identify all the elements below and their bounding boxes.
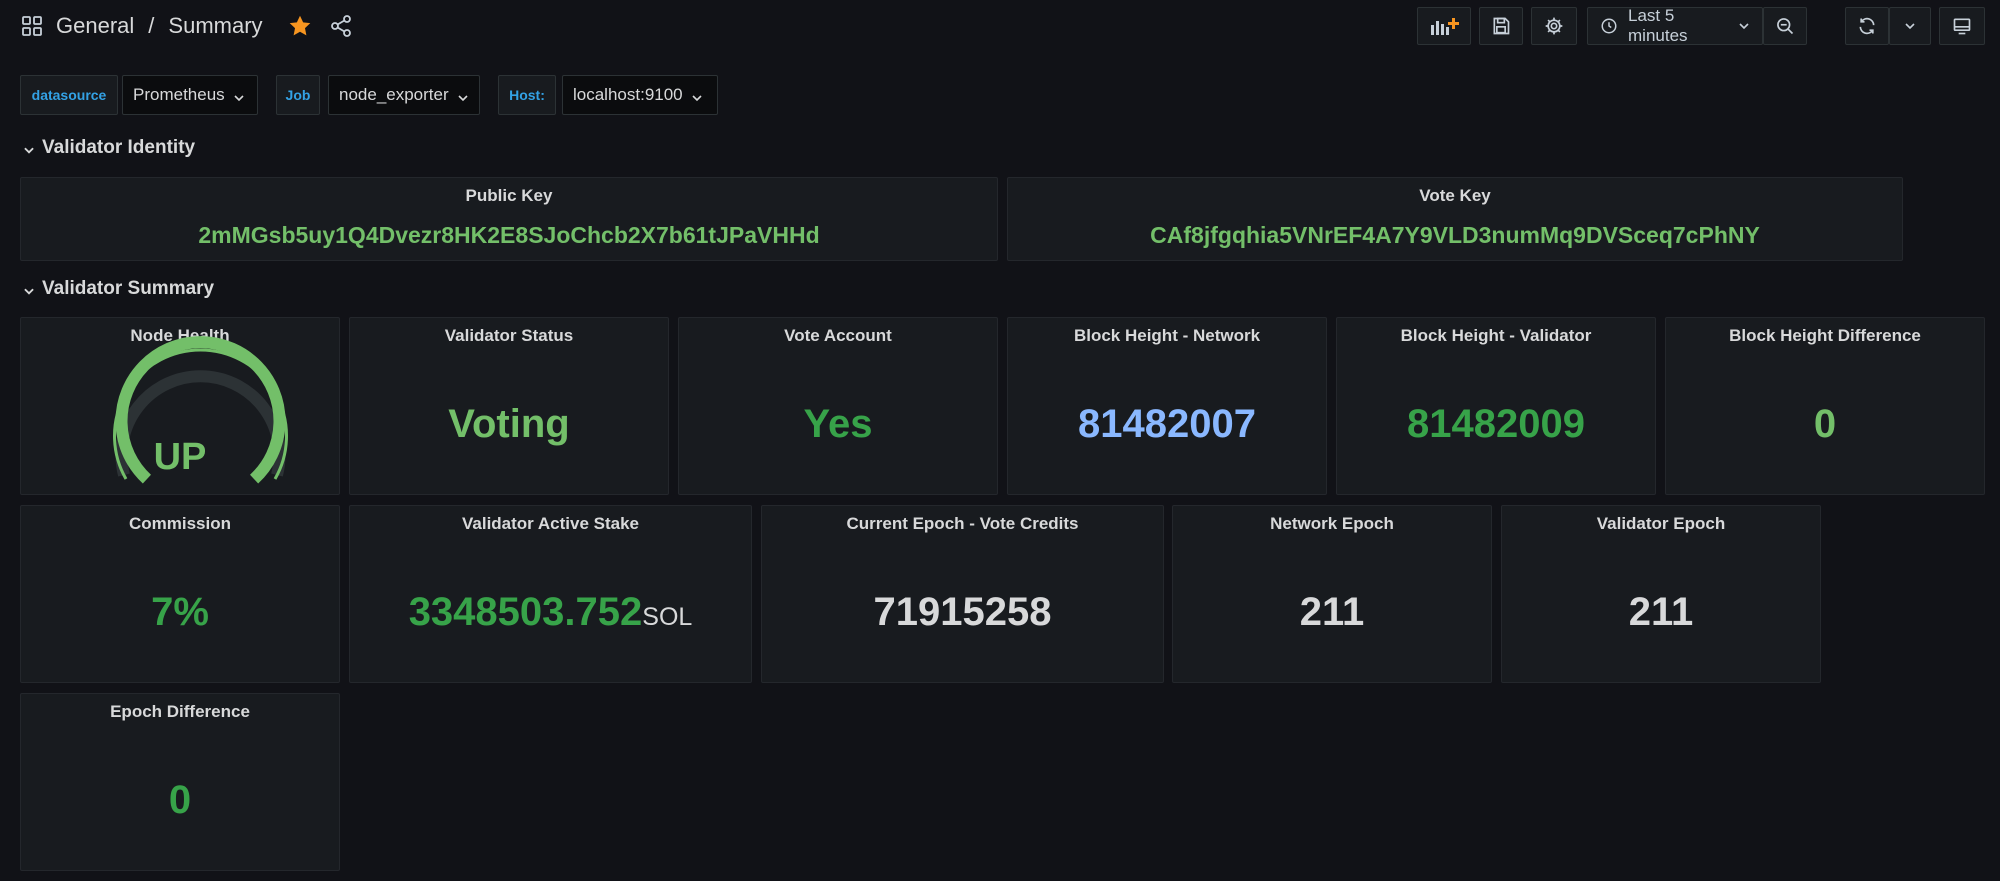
- top-nav-bar: General / Summary Last 5 minutes: [0, 0, 2000, 54]
- chevron-down-icon: [1904, 20, 1916, 32]
- active-stake-unit: SOL: [642, 603, 693, 631]
- variable-label-job: Job: [276, 75, 320, 115]
- chevron-down-icon: [1738, 20, 1750, 32]
- panel-title: Block Height Difference: [1729, 326, 1921, 345]
- vote-credits-value: 71915258: [873, 590, 1052, 634]
- chevron-down-icon: [22, 282, 36, 296]
- panel-title: Current Epoch - Vote Credits: [846, 514, 1079, 533]
- block-height-network-value: 81482007: [1078, 402, 1256, 446]
- panel-epoch-difference: Epoch Difference 0: [20, 693, 340, 871]
- breadcrumb-dashboard[interactable]: Summary: [168, 13, 262, 39]
- panel-public-key: Public Key 2mMGsb5uy1Q4Dvezr8HK2E8SJoChc…: [20, 177, 998, 261]
- vote-account-value: Yes: [803, 402, 873, 446]
- breadcrumb: General / Summary: [20, 10, 353, 42]
- panel-title: Block Height - Network: [1073, 326, 1261, 345]
- chevron-down-icon: [457, 89, 469, 102]
- panel-vote-account: Vote Account Yes: [678, 317, 998, 495]
- row-header-identity[interactable]: Validator Identity: [22, 134, 195, 162]
- validator-status-value: Voting: [448, 402, 570, 446]
- chevron-down-icon: [22, 141, 36, 155]
- panel-block-height-difference: Block Height Difference 0: [1665, 317, 1985, 495]
- save-dashboard-button[interactable]: [1479, 7, 1523, 45]
- variable-value: node_exporter: [339, 85, 449, 104]
- panel-title: Validator Active Stake: [461, 514, 639, 533]
- add-panel-icon: [1429, 15, 1459, 37]
- row-title-text: Validator Summary: [42, 278, 215, 299]
- variable-select-datasource[interactable]: Prometheus: [122, 75, 258, 115]
- variable-value: localhost:9100: [573, 85, 683, 104]
- panel-vote-key: Vote Key CAf8jfgqhia5VNrEF4A7Y9VLD3numMq…: [1007, 177, 1903, 261]
- epoch-difference-value: 0: [168, 778, 192, 822]
- save-icon: [1491, 16, 1511, 36]
- refresh-interval-dropdown[interactable]: [1889, 7, 1931, 45]
- block-height-difference-value: 0: [1813, 402, 1837, 446]
- star-icon[interactable]: [287, 13, 313, 39]
- time-range-label: Last 5 minutes: [1628, 6, 1688, 45]
- public-key-value: 2mMGsb5uy1Q4Dvezr8HK2E8SJoChcb2X7b61tJPa…: [198, 222, 820, 248]
- panel-title: Vote Account: [784, 326, 892, 345]
- variable-label-host: Host:: [498, 75, 556, 115]
- row-header-summary[interactable]: Validator Summary: [22, 275, 214, 303]
- panel-title: Validator Status: [444, 326, 574, 345]
- panel-title: Epoch Difference: [110, 702, 250, 721]
- time-range-picker[interactable]: Last 5 minutes: [1587, 6, 1763, 45]
- active-stake-value: 3348503.752: [408, 590, 643, 634]
- panel-title: Vote Key: [1419, 186, 1491, 205]
- panel-validator-status: Validator Status Voting: [349, 317, 669, 495]
- gear-icon: [1544, 16, 1564, 36]
- clock-icon: [1600, 17, 1618, 35]
- panel-title: Network Epoch: [1270, 514, 1394, 533]
- dashboard-settings-button[interactable]: [1531, 7, 1577, 45]
- chevron-down-icon: [691, 89, 703, 102]
- variable-select-host[interactable]: localhost:9100: [562, 75, 718, 115]
- add-panel-button[interactable]: [1417, 7, 1471, 45]
- panel-title: Block Height - Validator: [1400, 326, 1592, 345]
- panel-vote-credits: Current Epoch - Vote Credits 71915258: [761, 505, 1164, 683]
- chevron-down-icon: [233, 89, 245, 102]
- vote-key-value: CAf8jfgqhia5VNrEF4A7Y9VLD3numMq9DVSceq7c…: [1150, 222, 1760, 248]
- breadcrumb-separator: /: [148, 13, 155, 38]
- variable-value: Prometheus: [133, 85, 225, 104]
- panel-block-height-network: Block Height - Network 81482007: [1007, 317, 1327, 495]
- tv-mode-button[interactable]: [1939, 7, 1985, 45]
- zoom-out-button[interactable]: [1763, 7, 1807, 45]
- block-height-validator-value: 81482009: [1407, 402, 1585, 446]
- row-title-text: Validator Identity: [42, 137, 196, 158]
- panel-validator-active-stake: Validator Active Stake 3348503.752SOL: [349, 505, 752, 683]
- commission-value: 7%: [151, 590, 209, 634]
- panel-network-epoch: Network Epoch 211: [1172, 505, 1492, 683]
- apps-grid-icon[interactable]: [20, 14, 44, 38]
- validator-epoch-value: 211: [1628, 590, 1694, 634]
- panel-title: Public Key: [465, 186, 553, 205]
- refresh-button[interactable]: [1845, 7, 1889, 45]
- panel-commission: Commission 7%: [20, 505, 340, 683]
- variable-select-job[interactable]: node_exporter: [328, 75, 480, 115]
- breadcrumb-folder[interactable]: General: [56, 13, 134, 39]
- network-epoch-value: 211: [1299, 590, 1365, 634]
- panel-title: Commission: [128, 514, 232, 533]
- panel-block-height-validator: Block Height - Validator 81482009: [1336, 317, 1656, 495]
- panel-node-health: Node Health UP: [20, 317, 340, 495]
- tv-mode-icon: [1952, 16, 1972, 36]
- panel-title: Validator Epoch: [1596, 514, 1726, 533]
- zoom-out-icon: [1775, 16, 1795, 36]
- panel-validator-epoch: Validator Epoch 211: [1501, 505, 1821, 683]
- active-stake-display: 3348503.752SOL: [350, 590, 751, 635]
- variable-label-datasource: datasource: [20, 75, 118, 115]
- node-health-value: UP: [153, 436, 207, 478]
- refresh-icon: [1857, 16, 1877, 36]
- share-icon[interactable]: [329, 14, 353, 38]
